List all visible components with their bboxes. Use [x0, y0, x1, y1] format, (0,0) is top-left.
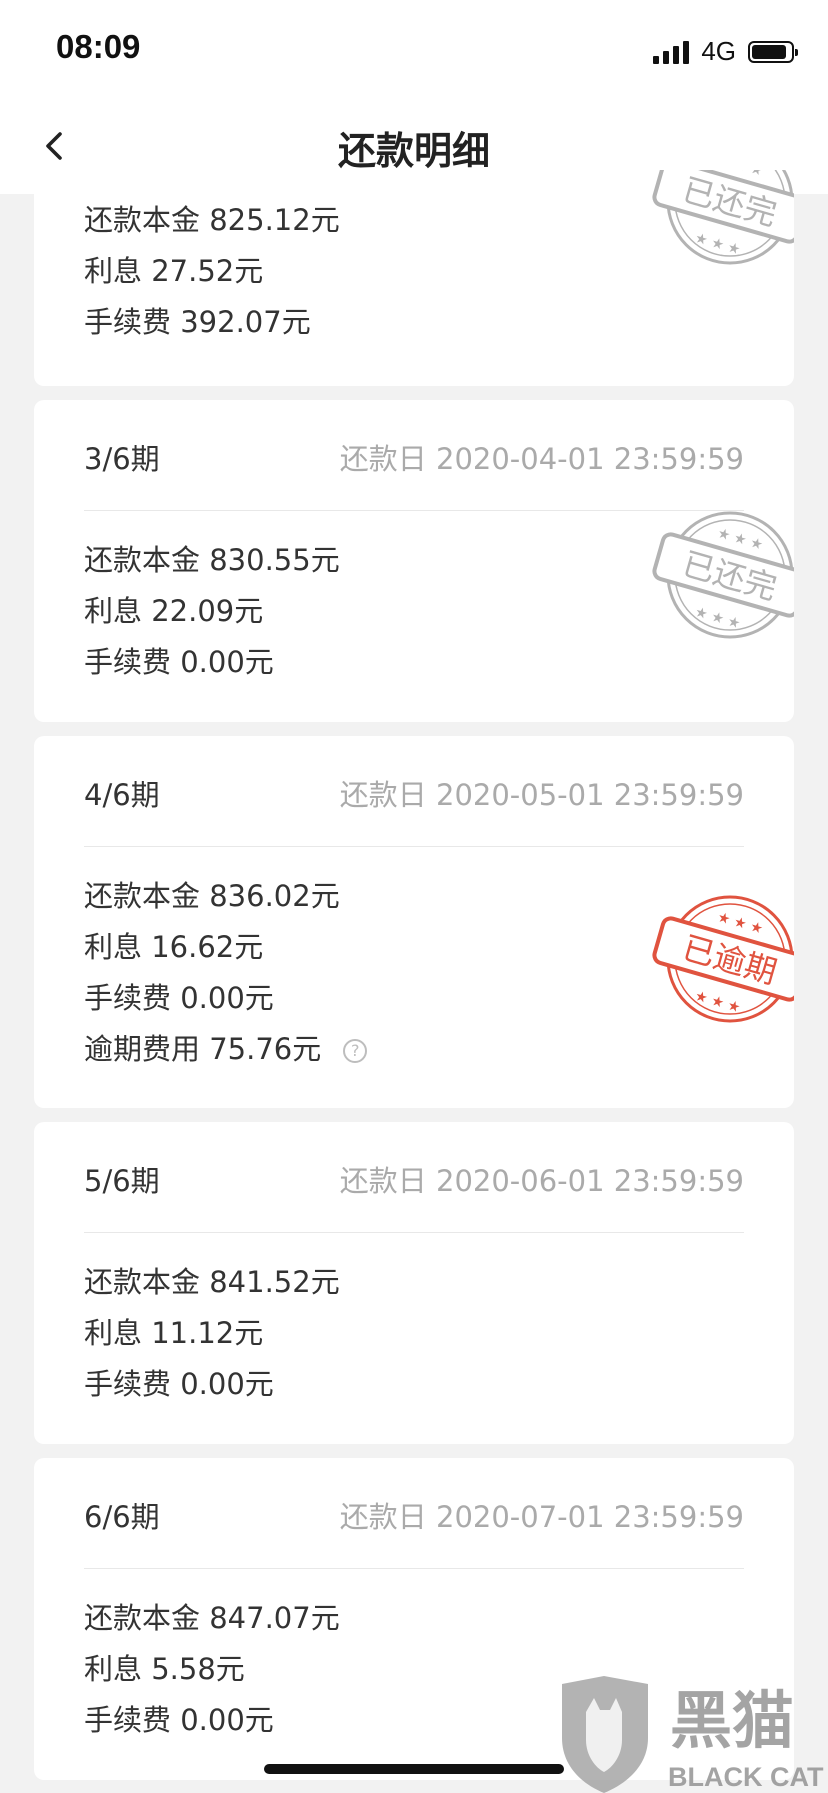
overdue-stamp-icon: 已逾期 ★ ★ ★ ★ ★ ★ [652, 895, 794, 1023]
principal-line: 还款本金 847.07元 [84, 1601, 340, 1635]
principal-line: 还款本金 830.55元 [84, 543, 340, 577]
home-indicator [264, 1764, 564, 1774]
installment-card-2: 还款本金 825.12元 利息 27.52元 手续费 392.07元 已还完 ★… [34, 170, 794, 386]
due-date: 还款日 2020-07-01 23:59:59 [339, 1500, 744, 1534]
paid-stamp-icon: 已还完 ★ ★ ★ ★ ★ ★ [652, 511, 794, 639]
black-cat-watermark-logo: 黑猫 BLACK CAT [562, 1676, 824, 1793]
installment-details: 还款本金 841.52元 利息 11.12元 手续费 0.00元 [84, 1262, 340, 1415]
due-date: 还款日 2020-06-01 23:59:59 [339, 1164, 744, 1198]
divider [84, 1568, 744, 1569]
installment-header: 5/6期 还款日 2020-06-01 23:59:59 [84, 1122, 744, 1232]
signal-icon [653, 40, 690, 64]
fee-line: 手续费 0.00元 [84, 981, 274, 1015]
interest-line: 利息 22.09元 [84, 594, 264, 628]
divider [84, 510, 744, 511]
overdue-fee-text: 逾期费用 75.76元 [84, 1032, 322, 1066]
principal-line: 还款本金 841.52元 [84, 1265, 340, 1299]
page-title: 还款明细 [337, 129, 490, 173]
due-date: 还款日 2020-05-01 23:59:59 [339, 778, 744, 812]
paid-stamp-icon: 已还完 ★ ★ ★ ★ ★ ★ [652, 170, 794, 265]
divider [84, 846, 744, 847]
installment-card-5: 5/6期 还款日 2020-06-01 23:59:59 还款本金 841.52… [34, 1122, 794, 1444]
installment-header: 3/6期 还款日 2020-04-01 23:59:59 [84, 400, 744, 510]
status-time: 08:09 [56, 28, 141, 65]
installment-header: 4/6期 还款日 2020-05-01 23:59:59 [84, 736, 744, 846]
fee-line: 手续费 0.00元 [84, 1367, 274, 1401]
period-label: 5/6期 [84, 1164, 160, 1198]
overdue-fee-line: 逾期费用 75.76元? [84, 1029, 368, 1080]
installment-card-3: 3/6期 还款日 2020-04-01 23:59:59 还款本金 830.55… [34, 400, 794, 722]
due-date: 还款日 2020-04-01 23:59:59 [339, 442, 744, 476]
installment-card-4: 4/6期 还款日 2020-05-01 23:59:59 还款本金 836.02… [34, 736, 794, 1108]
help-icon[interactable]: ? [343, 1039, 368, 1063]
installment-details: 还款本金 836.02元 利息 16.62元 手续费 0.00元 逾期费用 75… [84, 876, 368, 1080]
period-label: 6/6期 [84, 1500, 160, 1534]
installment-details: 还款本金 847.07元 利息 5.58元 手续费 0.00元 [84, 1598, 340, 1751]
period-label: 3/6期 [84, 442, 160, 476]
fee-line: 手续费 0.00元 [84, 645, 274, 679]
status-bar: 08:09 4G [0, 0, 828, 100]
fee-line: 手续费 0.00元 [84, 1703, 274, 1737]
interest-line: 利息 27.52元 [84, 254, 264, 288]
period-label: 4/6期 [84, 778, 160, 812]
interest-line: 利息 16.62元 [84, 930, 264, 964]
interest-line: 利息 11.12元 [84, 1316, 264, 1350]
status-indicators: 4G [653, 36, 798, 67]
network-type: 4G [701, 36, 736, 66]
watermark-en-text: BLACK CAT [668, 1762, 824, 1792]
principal-line: 还款本金 836.02元 [84, 879, 340, 913]
installment-details: 还款本金 825.12元 利息 27.52元 手续费 392.07元 [84, 200, 340, 353]
watermark-cn-text: 黑猫 [670, 1684, 794, 1757]
battery-icon [748, 40, 798, 63]
interest-line: 利息 5.58元 [84, 1652, 245, 1686]
installment-header: 6/6期 还款日 2020-07-01 23:59:59 [84, 1458, 744, 1568]
fee-line: 手续费 392.07元 [84, 305, 311, 339]
principal-line: 还款本金 825.12元 [84, 203, 340, 237]
installment-details: 还款本金 830.55元 利息 22.09元 手续费 0.00元 [84, 540, 340, 693]
divider [84, 1232, 744, 1233]
